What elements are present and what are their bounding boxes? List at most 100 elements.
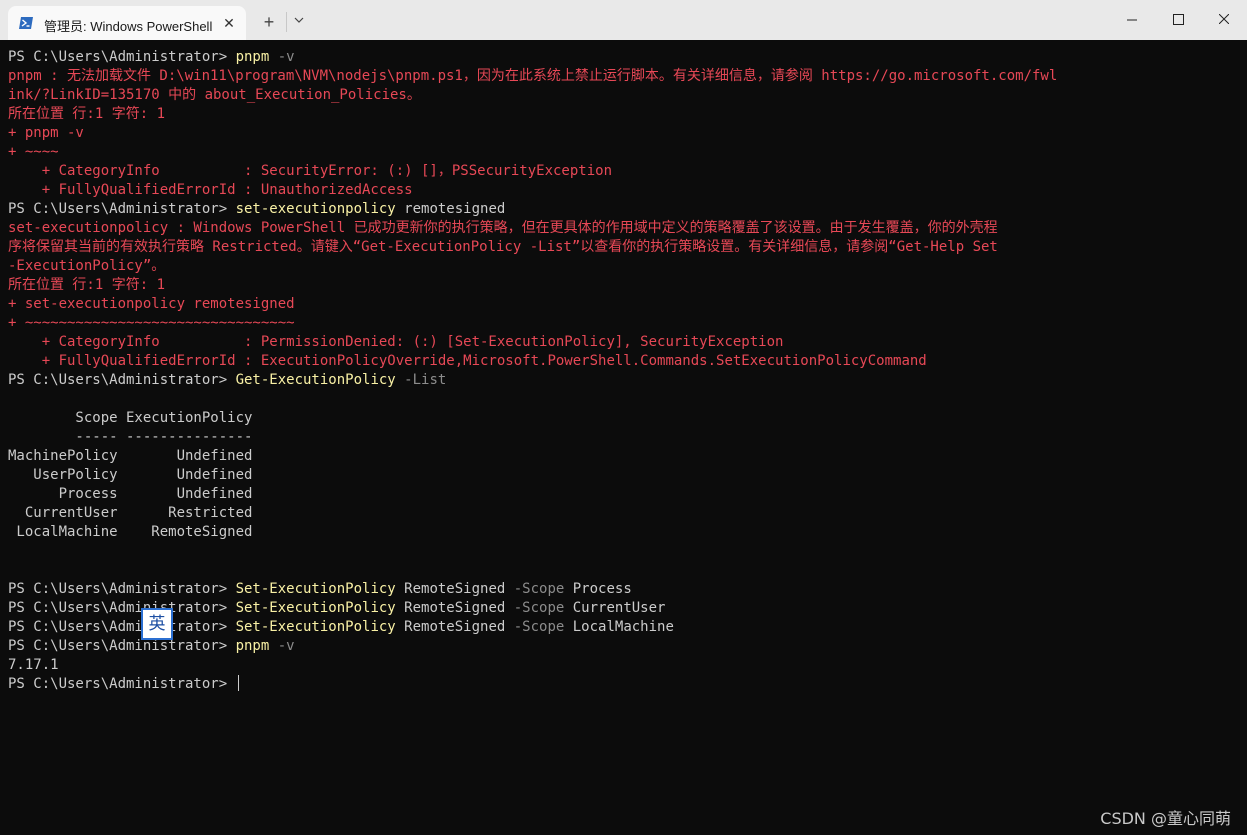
console-text: remotesigned [395, 201, 506, 217]
console-text: PS C:\Users\Administrator> [8, 600, 236, 616]
console-text: Set-ExecutionPolicy [235, 619, 396, 635]
console-line: ink/?LinkID=135170 中的 about_Execution_Po… [8, 86, 1240, 105]
console-text: + FullyQualifiedErrorId : ExecutionPolic… [8, 353, 927, 369]
console-text: pnpm [235, 49, 270, 65]
console-text: + FullyQualifiedErrorId : UnauthorizedAc… [8, 182, 413, 198]
console-text: + CategoryInfo : SecurityError: (:) []，P… [8, 163, 613, 179]
console-text: + set-executionpolicy remotesigned [8, 296, 295, 312]
divider [286, 12, 287, 32]
console-line: + ~~~~~~~~~~~~~~~~~~~~~~~~~~~~~~~~ [8, 314, 1240, 333]
console-text: pnpm : 无法加载文件 D:\win11\program\NVM\nodej… [8, 68, 1058, 84]
console-line: LocalMachine RemoteSigned [8, 523, 1240, 542]
console-text: CurrentUser Restricted [8, 505, 253, 521]
console-text: ink/?LinkID=135170 中的 about_Execution_Po… [8, 87, 421, 103]
console-text: Scope ExecutionPolicy [8, 410, 253, 426]
console-text: MachinePolicy Undefined [8, 448, 253, 464]
console-line: PS C:\Users\Administrator> [8, 675, 1240, 694]
console-line: 所在位置 行:1 字符: 1 [8, 276, 1240, 295]
console-line: 序将保留其当前的有效执行策略 Restricted。请键入“Get-Execut… [8, 238, 1240, 257]
maximize-icon[interactable] [1155, 0, 1201, 40]
minimize-icon[interactable] [1109, 0, 1155, 40]
console-line: set-executionpolicy : Windows PowerShell… [8, 219, 1240, 238]
console-text: PS C:\Users\Administrator> [8, 201, 236, 217]
console-line: + FullyQualifiedErrorId : ExecutionPolic… [8, 352, 1240, 371]
console-text: -Scope [513, 600, 565, 616]
console-text: PS C:\Users\Administrator> [8, 619, 236, 635]
console-line: + FullyQualifiedErrorId : UnauthorizedAc… [8, 181, 1240, 200]
console-text: pnpm [235, 638, 270, 654]
console-line: PS C:\Users\Administrator> pnpm -v [8, 48, 1240, 67]
console-line: PS C:\Users\Administrator> pnpm -v [8, 637, 1240, 656]
console-line: Scope ExecutionPolicy [8, 409, 1240, 428]
console-text: PS C:\Users\Administrator> [8, 49, 236, 65]
tab-title: 管理员: Windows PowerShell [44, 19, 213, 34]
console-text: + CategoryInfo : PermissionDenied: (:) [… [8, 334, 784, 350]
console-line: + pnpm -v [8, 124, 1240, 143]
console-text: CurrentUser [564, 600, 666, 616]
console-text: PS C:\Users\Administrator> [8, 676, 236, 692]
console-line: + ~~~~ [8, 143, 1240, 162]
console-text: Process Undefined [8, 486, 253, 502]
console-line: PS C:\Users\Administrator> Set-Execution… [8, 580, 1240, 599]
console-text: PS C:\Users\Administrator> [8, 372, 236, 388]
console-line: pnpm : 无法加载文件 D:\win11\program\NVM\nodej… [8, 67, 1240, 86]
console-text: -List [395, 372, 447, 388]
console-text: Set-ExecutionPolicy [235, 581, 396, 597]
console-text: + pnpm -v [8, 125, 84, 141]
window-close-icon[interactable] [1201, 0, 1247, 40]
console-line: PS C:\Users\Administrator> Set-Execution… [8, 618, 1240, 637]
console-text: -v [269, 49, 295, 65]
console-text: 所在位置 行:1 字符: 1 [8, 277, 166, 293]
terminal-output[interactable]: PS C:\Users\Administrator> pnpm -v pnpm :… [8, 48, 1240, 694]
text-cursor [237, 675, 239, 691]
chevron-down-icon[interactable] [288, 8, 310, 36]
console-text: + ~~~~~~~~~~~~~~~~~~~~~~~~~~~~~~~~ [8, 315, 295, 331]
console-text: 所在位置 行:1 字符: 1 [8, 106, 166, 122]
console-line: UserPolicy Undefined [8, 466, 1240, 485]
tab-powershell[interactable]: 管理员: Windows PowerShell ✕ [8, 6, 246, 40]
title-bar: 管理员: Windows PowerShell ✕ + [0, 0, 1247, 40]
console-text: 序将保留其当前的有效执行策略 Restricted。请键入“Get-Execut… [8, 239, 998, 255]
console-text: PS C:\Users\Administrator> [8, 581, 236, 597]
console-text: 7.17.1 [8, 657, 59, 673]
console-line: Process Undefined [8, 485, 1240, 504]
console-line: PS C:\Users\Administrator> Get-Execution… [8, 371, 1240, 390]
console-text: -ExecutionPolicy”。 [8, 258, 166, 274]
console-text: -Scope [513, 619, 565, 635]
console-text: RemoteSigned [395, 619, 514, 635]
console-line: + CategoryInfo : PermissionDenied: (:) [… [8, 333, 1240, 352]
console-text: PS C:\Users\Administrator> [8, 638, 236, 654]
console-line: + CategoryInfo : SecurityError: (:) []，P… [8, 162, 1240, 181]
console-line: PS C:\Users\Administrator> set-execution… [8, 200, 1240, 219]
console-text: set-executionpolicy : Windows PowerShell… [8, 220, 998, 236]
console-line: -ExecutionPolicy”。 [8, 257, 1240, 276]
console-line: 所在位置 行:1 字符: 1 [8, 105, 1240, 124]
close-icon[interactable]: ✕ [216, 10, 242, 36]
console-text: set-executionpolicy [235, 201, 396, 217]
console-text: RemoteSigned [395, 600, 514, 616]
powershell-icon [18, 15, 34, 31]
console-line: MachinePolicy Undefined [8, 447, 1240, 466]
console-line: 7.17.1 [8, 656, 1240, 675]
console-line: ----- --------------- [8, 428, 1240, 447]
plus-icon[interactable]: + [256, 8, 282, 36]
console-text: -Scope [513, 581, 565, 597]
console-line: PS C:\Users\Administrator> Set-Execution… [8, 599, 1240, 618]
ime-indicator[interactable]: 英 [141, 608, 173, 640]
watermark: CSDN @童心同萌 [1100, 809, 1231, 828]
console-text: + ~~~~ [8, 144, 59, 160]
console-line: + set-executionpolicy remotesigned [8, 295, 1240, 314]
console-text: RemoteSigned [395, 581, 514, 597]
console-text: Get-ExecutionPolicy [235, 372, 396, 388]
console-text: -v [269, 638, 295, 654]
console-line: CurrentUser Restricted [8, 504, 1240, 523]
console-text: LocalMachine RemoteSigned [8, 524, 253, 540]
console-text: ----- --------------- [8, 429, 253, 445]
console-text: Set-ExecutionPolicy [235, 600, 396, 616]
console-text: LocalMachine [564, 619, 674, 635]
console-text: Process [564, 581, 632, 597]
console-text: UserPolicy Undefined [8, 467, 253, 483]
